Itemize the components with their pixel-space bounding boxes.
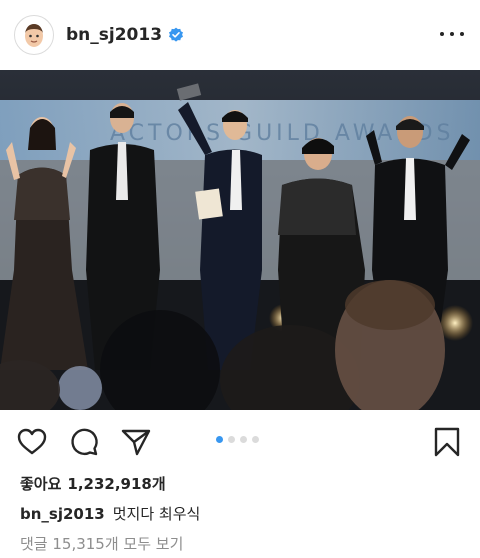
- more-options-button[interactable]: [440, 24, 464, 44]
- award-ceremony-image: ACTORS GUILD AWARDS: [0, 70, 480, 410]
- send-icon[interactable]: [120, 426, 152, 458]
- carousel-dot: [240, 436, 247, 443]
- caption-text: 멋지다 최우식: [112, 505, 201, 523]
- carousel-dot: [228, 436, 235, 443]
- more-dot: [440, 32, 444, 36]
- likes-label: 좋아요: [20, 475, 62, 493]
- comment-icon[interactable]: [68, 426, 100, 458]
- post-photo[interactable]: ACTORS GUILD AWARDS: [0, 70, 480, 410]
- memoji-avatar-icon: [25, 24, 43, 47]
- caption: bn_sj2013 멋지다 최우식: [20, 503, 200, 524]
- verified-badge-icon: [169, 27, 184, 42]
- avatar[interactable]: [14, 15, 54, 55]
- username[interactable]: bn_sj2013: [66, 25, 184, 45]
- carousel-indicator: [216, 436, 259, 443]
- more-dot: [460, 32, 464, 36]
- carousel-dot: [216, 436, 223, 443]
- heart-icon[interactable]: [16, 426, 48, 458]
- view-all-comments-link[interactable]: 댓글 15,315개 모두 보기: [20, 533, 183, 554]
- likes-count[interactable]: 좋아요 1,232,918개: [20, 473, 166, 494]
- bookmark-icon[interactable]: [431, 426, 463, 458]
- post-header: bn_sj2013: [0, 0, 480, 70]
- action-bar: [0, 420, 480, 464]
- username-text: bn_sj2013: [66, 25, 163, 45]
- carousel-dot: [252, 436, 259, 443]
- caption-username[interactable]: bn_sj2013: [20, 505, 105, 523]
- more-dot: [450, 32, 454, 36]
- likes-number: 1,232,918개: [67, 475, 166, 493]
